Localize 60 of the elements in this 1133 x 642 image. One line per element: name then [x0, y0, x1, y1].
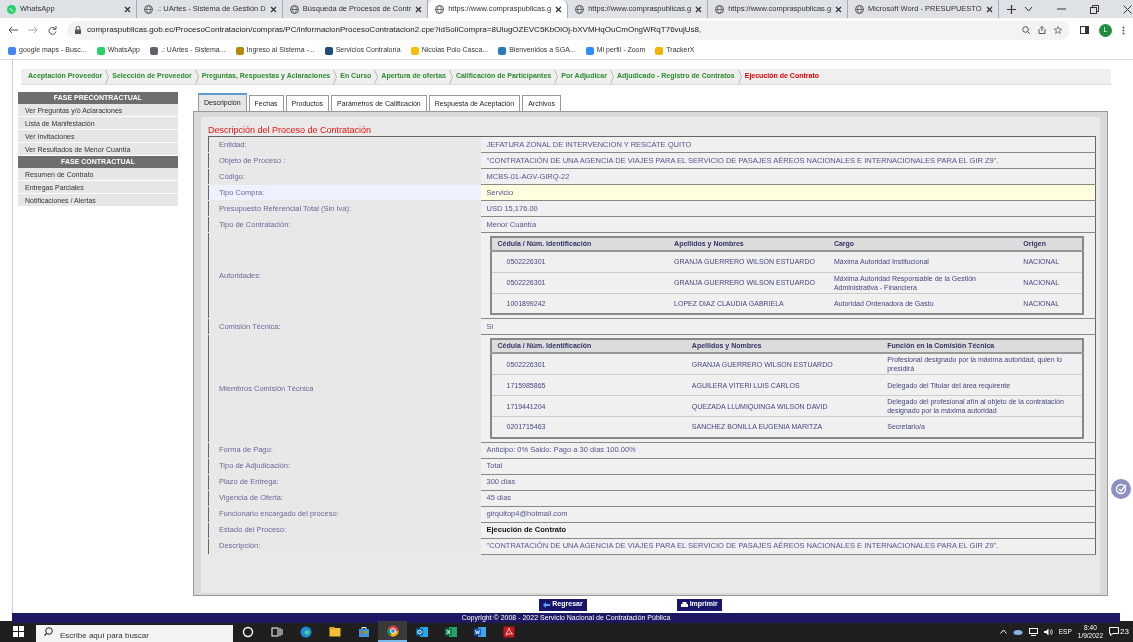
pdf-app-icon	[502, 625, 515, 638]
taskbar-app[interactable]	[378, 621, 407, 642]
globe-icon	[575, 4, 585, 14]
more-icon[interactable]	[1122, 25, 1125, 35]
browser-icon	[299, 625, 312, 638]
star-icon[interactable]	[1054, 26, 1062, 34]
close-icon[interactable]	[835, 5, 843, 13]
globe-icon	[289, 4, 299, 14]
share-icon[interactable]	[1038, 26, 1046, 34]
close-icon[interactable]	[124, 5, 131, 13]
shopping-bag-icon	[357, 625, 370, 638]
chevron-separator-icon	[333, 69, 338, 84]
notification-button[interactable]: 23	[1109, 625, 1129, 638]
close-icon[interactable]	[1122, 4, 1132, 14]
network-icon[interactable]	[1028, 627, 1038, 636]
cloud-icon[interactable]	[1012, 628, 1023, 635]
plus-icon[interactable]	[1006, 4, 1016, 14]
globe-icon	[435, 4, 445, 14]
windows-logo-icon[interactable]	[12, 626, 24, 637]
floating-circle-button[interactable]	[1111, 479, 1131, 499]
chevron-up-icon[interactable]	[999, 629, 1007, 634]
close-icon[interactable]	[269, 5, 277, 13]
chevron-separator-icon	[554, 69, 559, 84]
chat-bubble-icon	[1109, 627, 1120, 636]
browser-icon	[386, 624, 399, 637]
chevron-separator-icon	[194, 69, 199, 84]
task-view-icon	[270, 625, 283, 638]
globe-icon	[855, 4, 865, 14]
chevron-separator-icon	[374, 69, 379, 84]
chevron-separator-icon	[105, 69, 110, 84]
restore-icon[interactable]	[1089, 4, 1099, 14]
section-title: Descripción del Proceso de Contratación	[208, 125, 373, 136]
zoom-icon[interactable]	[1022, 26, 1030, 34]
chevron-separator-icon	[609, 69, 614, 84]
check-circle-icon	[1115, 483, 1127, 495]
chat-icon	[7, 4, 16, 14]
spreadsheet-app-icon	[444, 625, 457, 638]
mail-app-icon	[415, 625, 428, 638]
close-icon[interactable]	[415, 5, 423, 13]
globe-icon	[144, 4, 153, 14]
chevron-separator-icon	[737, 69, 742, 84]
folder-icon	[328, 625, 341, 638]
printer-icon	[680, 601, 688, 608]
back-arrow-icon[interactable]	[8, 26, 18, 34]
chevron-separator-icon	[448, 69, 453, 84]
reload-icon[interactable]	[48, 25, 57, 35]
address-bar[interactable]: compraspublicas.gob.ec/ProcesoContratacion/compras/PC/informacionProcesoContratacion2.cpe?idSoliCompra=8UlugOZEVC5KbOiOj-bXVMHqOuCmOngWRqT76vujUs8,	[67, 20, 1070, 40]
circle-icon	[241, 625, 254, 638]
close-icon[interactable]	[985, 5, 993, 13]
side-panel-icon[interactable]	[1080, 26, 1089, 34]
speaker-icon[interactable]	[1043, 627, 1053, 636]
arrow-left-icon	[543, 601, 551, 608]
document-app-icon	[473, 625, 486, 638]
taskbar-search-field[interactable]: Escribe aquí para buscar	[36, 625, 233, 642]
close-icon[interactable]	[695, 5, 703, 13]
minimize-icon[interactable]	[1056, 8, 1066, 10]
lock-icon	[75, 26, 81, 34]
globe-icon	[715, 4, 725, 14]
close-icon[interactable]	[555, 5, 563, 13]
chevron-down-icon[interactable]	[1023, 6, 1033, 12]
